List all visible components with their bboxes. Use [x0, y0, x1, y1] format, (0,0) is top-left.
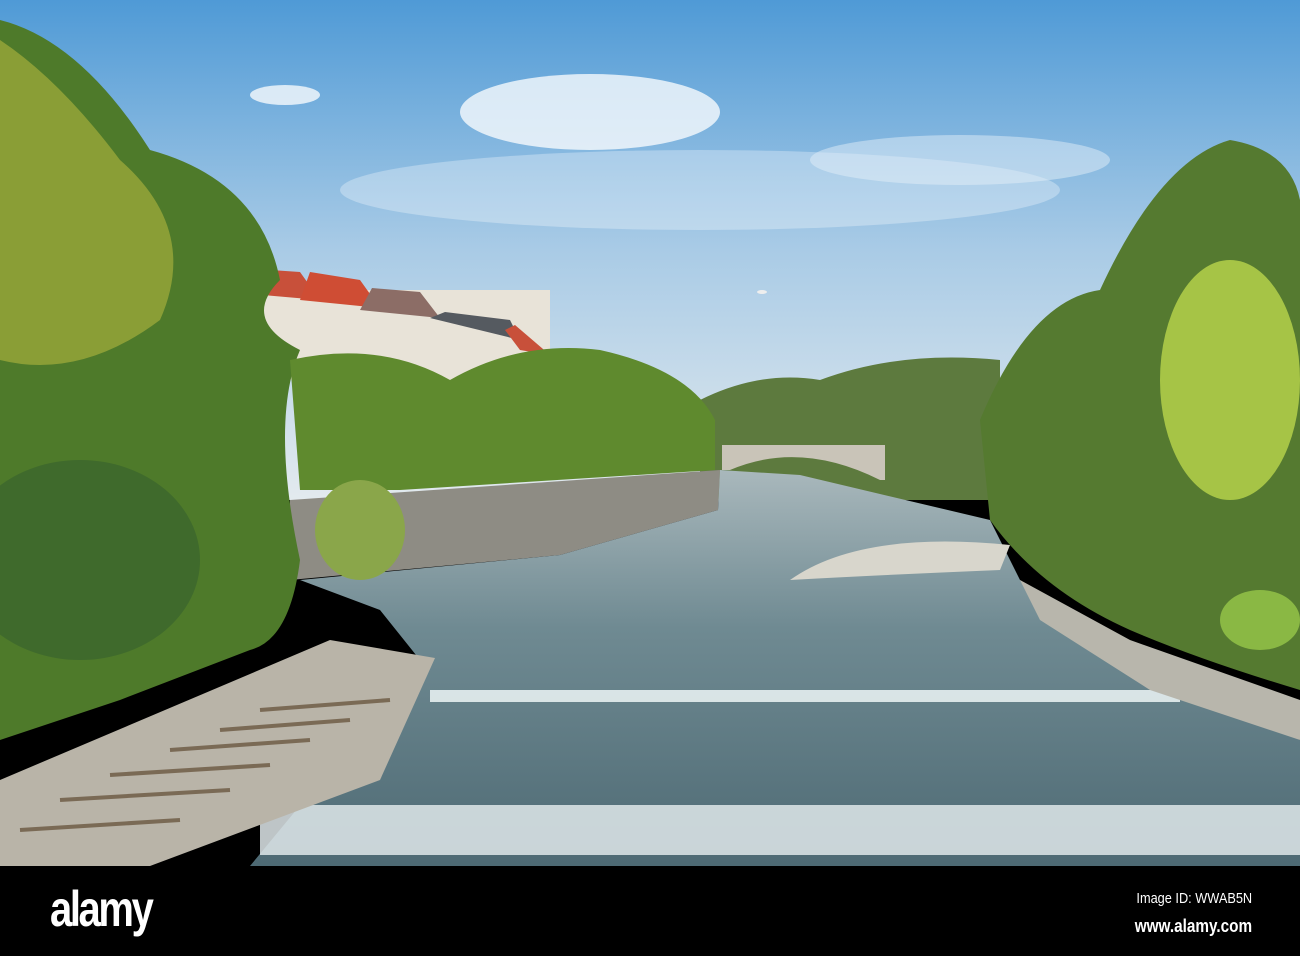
weir-lower	[260, 805, 1300, 855]
blimp	[757, 290, 767, 294]
website-link: www.alamy.com	[1134, 916, 1252, 936]
watermark-bar: alamy Image ID: WWAB5N www.alamy.com	[0, 866, 1300, 956]
photo-scene: alamy Image ID: WWAB5N www.alamy.com	[0, 0, 1300, 956]
alamy-logo: alamy	[50, 881, 154, 937]
image-id: Image ID: WWAB5N	[1136, 890, 1252, 907]
river-photo	[0, 0, 1300, 866]
weir-upper	[430, 690, 1180, 702]
